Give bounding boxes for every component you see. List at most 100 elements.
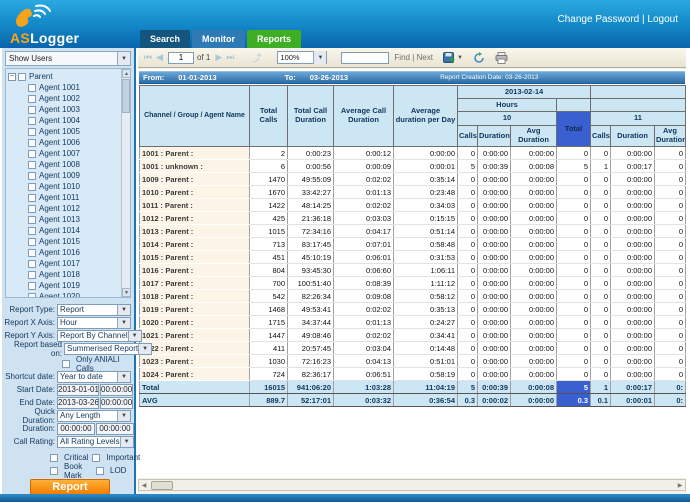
find-input[interactable] — [341, 51, 390, 64]
table-row: 1014 : Parent :713 83:17:45 0:07:01 0:58:48… — [139, 237, 686, 251]
first-page-icon[interactable]: ⏮ — [144, 52, 152, 63]
tree-item-agent[interactable]: Agent 1012 — [8, 203, 120, 214]
tree-item-agent[interactable]: Agent 1018 — [8, 269, 120, 280]
report-type-select[interactable]: Report ▼ — [57, 303, 131, 316]
based-on-select[interactable]: Summerised Report ▼ — [64, 342, 153, 355]
agent-checkbox[interactable] — [28, 138, 36, 147]
end-time-input[interactable] — [100, 396, 133, 409]
chevron-down-icon[interactable]: ▼ — [119, 436, 133, 447]
tree-item-agent[interactable]: Agent 1003 — [8, 104, 120, 115]
agent-checkbox[interactable] — [28, 226, 36, 235]
agent-checkbox[interactable] — [28, 270, 36, 279]
agent-checkbox[interactable] — [28, 127, 36, 136]
chevron-down-icon[interactable]: ▼ — [138, 343, 152, 354]
tree-item-agent[interactable]: Agent 1004 — [8, 115, 120, 126]
agent-checkbox[interactable] — [28, 281, 36, 290]
agent-checkbox[interactable] — [28, 149, 36, 158]
page-number-input[interactable] — [168, 51, 195, 64]
scroll-down-icon[interactable]: ▼ — [122, 288, 130, 297]
critical-checkbox[interactable] — [50, 453, 58, 462]
tree-item-agent[interactable]: Agent 1005 — [8, 126, 120, 137]
chevron-down-icon[interactable]: ▼ — [313, 51, 327, 64]
bookmark-checkbox[interactable] — [50, 466, 58, 475]
agent-checkbox[interactable] — [28, 237, 36, 246]
agent-checkbox[interactable] — [28, 292, 36, 297]
scroll-right-icon[interactable]: ▶ — [675, 480, 685, 490]
show-users-dropdown[interactable]: Show Users ▼ — [5, 51, 131, 66]
tree-item-agent[interactable]: Agent 1009 — [8, 170, 120, 181]
agent-checkbox[interactable] — [28, 116, 36, 125]
tree-item-agent[interactable]: Agent 1007 — [8, 148, 120, 159]
tree-item-parent[interactable]: − Parent — [8, 71, 120, 82]
scroll-up-icon[interactable]: ▲ — [122, 69, 130, 78]
tree-item-agent[interactable]: Agent 1016 — [8, 247, 120, 258]
agent-checkbox[interactable] — [28, 160, 36, 169]
tree-item-agent[interactable]: Agent 1011 — [8, 192, 120, 203]
last-page-icon[interactable]: ⏭ — [226, 52, 234, 63]
agent-checkbox[interactable] — [28, 248, 36, 257]
agent-checkbox[interactable] — [28, 259, 36, 268]
tree-item-agent[interactable]: Agent 1010 — [8, 181, 120, 192]
tree-item-agent[interactable]: Agent 1014 — [8, 225, 120, 236]
collapse-icon[interactable]: − — [8, 72, 16, 81]
next-page-icon[interactable]: ▶ — [215, 52, 222, 63]
logout-link[interactable]: Logout — [647, 14, 678, 25]
only-aniali-checkbox[interactable] — [62, 359, 70, 368]
tree-item-agent[interactable]: Agent 1013 — [8, 214, 120, 225]
important-checkbox[interactable] — [92, 453, 101, 462]
parent-checkbox[interactable] — [18, 72, 26, 81]
refresh-icon[interactable] — [473, 51, 485, 64]
tree-item-agent[interactable]: Agent 1008 — [8, 159, 120, 170]
chevron-down-icon[interactable]: ▼ — [117, 371, 130, 382]
duration-from-input[interactable] — [57, 422, 95, 435]
agent-checkbox[interactable] — [28, 193, 36, 202]
tree-item-agent[interactable]: Agent 1001 — [8, 82, 120, 93]
report-button[interactable]: Report — [30, 479, 110, 495]
lod-checkbox[interactable] — [96, 466, 104, 475]
prev-page-icon[interactable]: ◀ — [156, 52, 163, 63]
tab-reports[interactable]: Reports — [247, 30, 302, 48]
cell: 0 — [457, 172, 478, 186]
tab-search[interactable]: Search — [140, 30, 191, 48]
change-password-link[interactable]: Change Password — [558, 14, 640, 25]
zoom-select[interactable]: 100% ▼ — [277, 51, 328, 64]
scroll-left-icon[interactable]: ◀ — [139, 480, 149, 490]
agent-checkbox[interactable] — [28, 83, 36, 92]
chevron-down-icon[interactable]: ▼ — [117, 52, 130, 65]
tree-item-agent[interactable]: Agent 1020 — [8, 291, 120, 297]
tree-item-agent[interactable]: Agent 1017 — [8, 258, 120, 269]
end-date-input[interactable] — [57, 396, 99, 409]
x-axis-select[interactable]: Hour ▼ — [57, 316, 131, 329]
duration-to-input[interactable] — [96, 422, 134, 435]
agent-checkbox[interactable] — [28, 94, 36, 103]
hscroll-thumb[interactable] — [151, 480, 173, 490]
call-rating-select[interactable]: All Rating Levels ▼ — [57, 435, 134, 448]
tree-item-agent[interactable]: Agent 1019 — [8, 280, 120, 291]
tree-item-agent[interactable]: Agent 1006 — [8, 137, 120, 148]
agent-checkbox[interactable] — [28, 105, 36, 114]
start-time-input[interactable] — [100, 383, 133, 396]
chevron-down-icon[interactable]: ▼ — [117, 304, 130, 315]
chevron-down-icon[interactable]: ▼ — [127, 330, 141, 341]
next-link[interactable]: Next — [417, 53, 433, 62]
agent-checkbox[interactable] — [28, 182, 36, 191]
export-icon[interactable]: ▼ — [442, 51, 463, 64]
tree-scroll-thumb[interactable] — [122, 79, 130, 113]
print-icon[interactable] — [495, 51, 508, 64]
find-link[interactable]: Find — [394, 53, 410, 62]
start-date-input[interactable] — [57, 383, 99, 396]
tab-monitor[interactable]: Monitor — [192, 30, 246, 48]
chevron-down-icon[interactable]: ▼ — [117, 410, 130, 421]
tree-scrollbar[interactable]: ▲ ▼ — [121, 69, 130, 297]
chevron-down-icon[interactable]: ▼ — [117, 317, 130, 328]
shortcut-date-select[interactable]: Year to date ▼ — [57, 370, 131, 383]
tree-item-agent[interactable]: Agent 1002 — [8, 93, 120, 104]
quick-duration-select[interactable]: Any Length ▼ — [57, 409, 131, 422]
agent-checkbox[interactable] — [28, 215, 36, 224]
parent-report-icon[interactable]: ⤴ — [252, 51, 261, 64]
agent-checkbox[interactable] — [28, 171, 36, 180]
y-axis-select[interactable]: Report By Channel ▼ — [57, 329, 142, 342]
tree-item-agent[interactable]: Agent 1015 — [8, 236, 120, 247]
horizontal-scrollbar[interactable]: ◀ ▶ — [138, 479, 686, 491]
agent-checkbox[interactable] — [28, 204, 36, 213]
